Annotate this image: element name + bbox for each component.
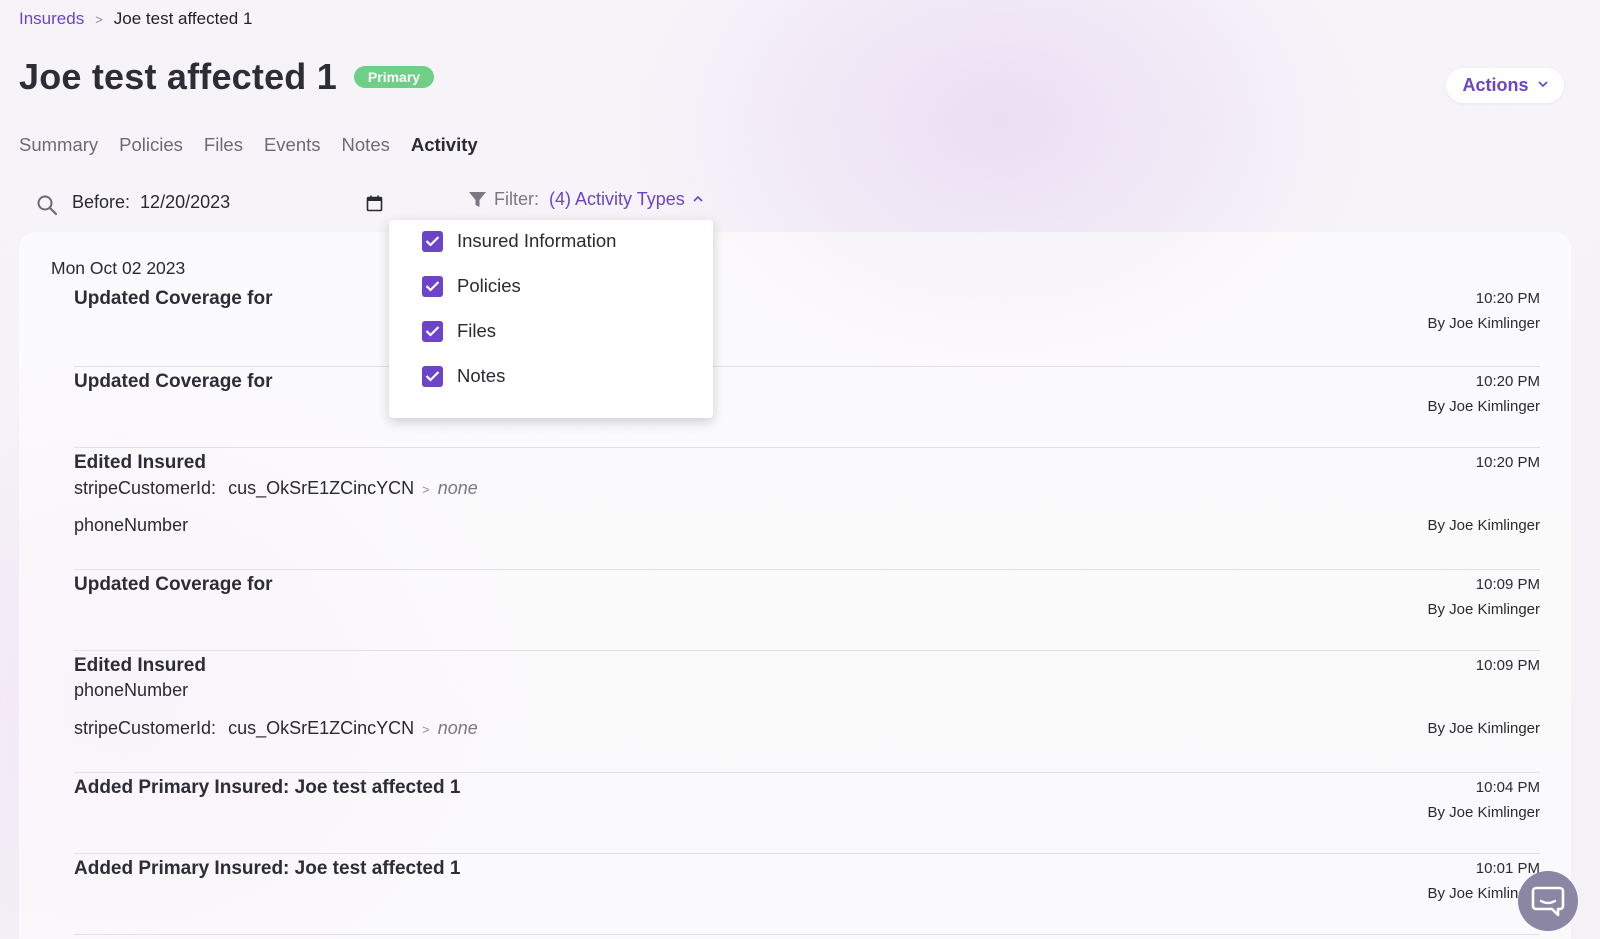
entry-author: By Joe Kimlinger bbox=[1427, 398, 1540, 415]
entry-time: 10:09 PM bbox=[1475, 657, 1540, 674]
chat-support-button[interactable] bbox=[1518, 871, 1578, 931]
entry-title: Added Primary Insured: Joe test affected… bbox=[74, 858, 461, 879]
filter-option-label: Notes bbox=[457, 365, 506, 386]
changed-field-row: stripeCustomerId: cus_OkSrE1ZCincYCN > none bbox=[74, 478, 478, 499]
changed-field-row: phoneNumber bbox=[74, 515, 188, 536]
calendar-icon[interactable] bbox=[366, 195, 383, 212]
entry-time: 10:20 PM bbox=[1475, 290, 1540, 307]
entry-title: Updated Coverage for bbox=[74, 288, 273, 309]
entry-author: By Joe Kimlinger bbox=[1427, 315, 1540, 332]
date-heading: Mon Oct 02 2023 bbox=[51, 258, 186, 278]
entry-title: Added Primary Insured: Joe test affected… bbox=[74, 777, 461, 798]
primary-badge: Primary bbox=[353, 66, 435, 88]
field-name: stripeCustomerId: bbox=[74, 718, 217, 738]
filter-option-label: Policies bbox=[457, 275, 521, 296]
chevron-up-icon[interactable] bbox=[693, 194, 703, 205]
entry-author: By Joe Kimlinger bbox=[1427, 601, 1540, 618]
entry-time: 10:04 PM bbox=[1475, 779, 1540, 796]
before-date-value[interactable]: 12/20/2023 bbox=[140, 192, 230, 213]
field-old-value: cus_OkSrE1ZCincYCN bbox=[228, 718, 415, 738]
tab-summary[interactable]: Summary bbox=[19, 134, 98, 156]
search-icon bbox=[37, 195, 58, 216]
filter-value[interactable]: (4) Activity Types bbox=[549, 189, 685, 210]
entry-title: Edited Insured bbox=[74, 452, 206, 473]
field-name: phoneNumber bbox=[74, 515, 189, 535]
changed-field-row: stripeCustomerId: cus_OkSrE1ZCincYCN > none bbox=[74, 718, 478, 739]
tab-policies[interactable]: Policies bbox=[119, 134, 183, 156]
activity-type-dropdown: Insured Information Policies Files Notes bbox=[389, 220, 713, 418]
breadcrumb-insureds-link[interactable]: Insureds bbox=[19, 9, 84, 29]
activity-type-filter[interactable]: Filter: (4) Activity Types bbox=[468, 189, 703, 210]
activity-feed: Mon Oct 02 2023 Updated Coverage for 10:… bbox=[19, 232, 1571, 939]
activity-entry: Updated Coverage for 10:20 PM By Joe Kim… bbox=[74, 367, 1540, 448]
breadcrumb: Insureds > Joe test affected 1 bbox=[19, 9, 252, 29]
page-header: Joe test affected 1 Primary bbox=[19, 56, 435, 98]
entry-author: By Joe Kimlinger bbox=[1427, 517, 1540, 534]
field-name: phoneNumber bbox=[74, 680, 189, 700]
checkbox-checked-icon[interactable] bbox=[422, 365, 443, 387]
page-title: Joe test affected 1 bbox=[19, 56, 337, 97]
actions-button[interactable]: Actions bbox=[1446, 68, 1564, 103]
activity-entry: Added Primary Insured: Joe test affected… bbox=[74, 773, 1540, 854]
field-new-value: none bbox=[437, 718, 478, 738]
tab-files[interactable]: Files bbox=[204, 134, 243, 156]
activity-entry: Updated Coverage for 10:09 PM By Joe Kim… bbox=[74, 570, 1540, 651]
checkbox-checked-icon[interactable] bbox=[422, 320, 443, 342]
chat-bubble-icon bbox=[1531, 886, 1565, 917]
chevron-down-icon bbox=[1537, 80, 1548, 91]
filter-option-files[interactable]: Files bbox=[422, 320, 496, 342]
entry-author: By Joe Kimlinger bbox=[1427, 720, 1540, 737]
entry-title: Updated Coverage for bbox=[74, 574, 273, 595]
field-old-value: cus_OkSrE1ZCincYCN bbox=[228, 478, 415, 498]
activity-entry: Updated Coverage for 10:20 PM By Joe Kim… bbox=[74, 284, 1540, 367]
actions-label: Actions bbox=[1462, 75, 1529, 95]
entry-time: 10:09 PM bbox=[1475, 576, 1540, 593]
filter-option-label: Files bbox=[457, 320, 497, 341]
checkbox-checked-icon[interactable] bbox=[422, 230, 443, 252]
entry-time: 10:01 PM bbox=[1475, 860, 1540, 877]
changed-field-row: phoneNumber bbox=[74, 680, 188, 701]
entry-title: Edited Insured bbox=[74, 655, 206, 676]
activity-entry: Added Primary Insured: Joe test affected… bbox=[74, 854, 1540, 935]
activity-entry: Edited Insured 10:20 PM stripeCustomerId… bbox=[74, 448, 1540, 570]
filter-icon bbox=[469, 192, 486, 207]
filter-option-policies[interactable]: Policies bbox=[422, 275, 521, 297]
breadcrumb-separator: > bbox=[95, 11, 103, 27]
tab-bar: Summary Policies Files Events Notes Acti… bbox=[19, 134, 478, 156]
field-new-value: none bbox=[437, 478, 478, 498]
filter-option-label: Insured Information bbox=[457, 230, 617, 251]
filter-option-notes[interactable]: Notes bbox=[422, 365, 505, 387]
before-date-label: Before: bbox=[72, 192, 131, 212]
activity-entry: Edited Insured 10:09 PM phoneNumber stri… bbox=[74, 651, 1540, 773]
chevron-right-icon: > bbox=[422, 482, 430, 497]
entry-time: 10:20 PM bbox=[1475, 454, 1540, 471]
entry-time: 10:20 PM bbox=[1475, 373, 1540, 390]
chevron-right-icon: > bbox=[422, 722, 430, 737]
tab-activity[interactable]: Activity bbox=[411, 134, 478, 156]
tab-notes[interactable]: Notes bbox=[342, 134, 390, 156]
checkbox-checked-icon[interactable] bbox=[422, 275, 443, 297]
filter-label: Filter: bbox=[494, 189, 539, 209]
breadcrumb-current: Joe test affected 1 bbox=[113, 9, 253, 28]
before-date-field[interactable]: Before: 12/20/2023 bbox=[72, 192, 230, 213]
tab-events[interactable]: Events bbox=[264, 134, 321, 156]
filter-option-insured-information[interactable]: Insured Information bbox=[422, 230, 616, 252]
entry-title: Updated Coverage for bbox=[74, 371, 273, 392]
entry-author: By Joe Kimlinger bbox=[1427, 804, 1540, 821]
field-name: stripeCustomerId: bbox=[74, 478, 217, 498]
